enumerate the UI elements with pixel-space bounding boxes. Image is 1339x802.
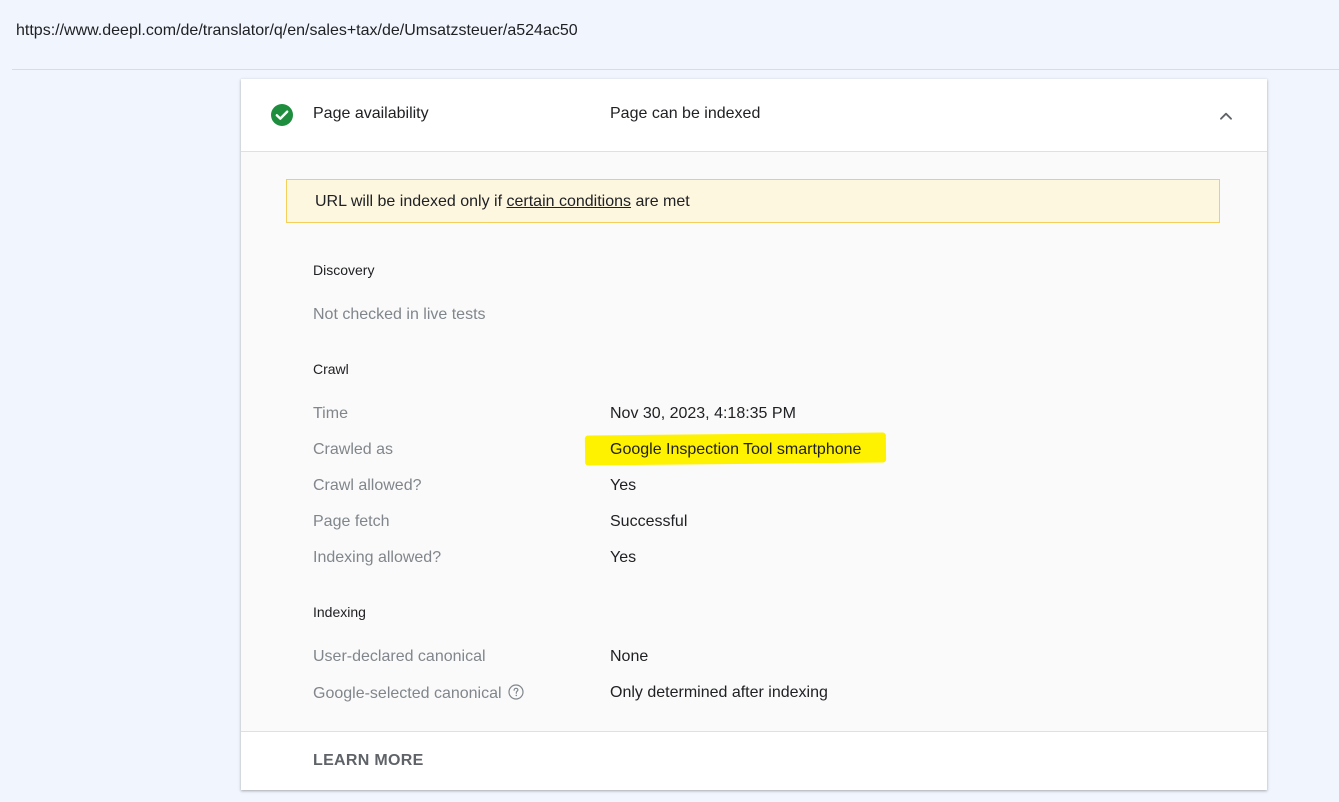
page-fetch-value: Successful [610, 513, 688, 530]
indexing-status: Page can be indexed [610, 105, 761, 122]
crawl-time-label: Time [313, 405, 348, 422]
conditions-notice: URL will be indexed only if certain cond… [286, 179, 1220, 223]
certain-conditions-link[interactable]: certain conditions [507, 193, 632, 210]
indexing-allowed-value: Yes [610, 549, 637, 566]
check-circle-icon [271, 104, 293, 126]
crawl-allowed-value: Yes [610, 477, 637, 494]
page-availability-label: Page availability [313, 105, 429, 122]
indexing-allowed-label: Indexing allowed? [313, 549, 442, 566]
google-canonical-label-row: Google-selected canonical [313, 684, 524, 703]
card-header[interactable]: Page availability Page can be indexed [241, 79, 1267, 152]
crawled-as-value: Google Inspection Tool smartphone [610, 441, 862, 458]
notice-suffix: are met [631, 193, 690, 210]
user-canonical-label: User-declared canonical [313, 648, 486, 665]
crawl-time-value: Nov 30, 2023, 4:18:35 PM [610, 405, 796, 422]
google-canonical-value: Only determined after indexing [610, 684, 828, 701]
discovery-status-text: Not checked in live tests [313, 306, 486, 323]
user-canonical-value: None [610, 648, 649, 665]
help-icon[interactable] [507, 684, 524, 700]
notice-text: URL will be indexed only if certain cond… [315, 193, 690, 211]
page-fetch-label: Page fetch [313, 513, 390, 530]
page-url: https://www.deepl.com/de/translator/q/en… [16, 22, 578, 39]
crawl-section-title: Crawl [313, 361, 349, 377]
learn-more-link[interactable]: LEARN MORE [313, 752, 424, 770]
google-canonical-label: Google-selected canonical [313, 685, 502, 702]
divider [12, 69, 1339, 70]
indexing-section-title: Indexing [313, 604, 366, 620]
crawled-as-label: Crawled as [313, 441, 394, 458]
crawl-allowed-label: Crawl allowed? [313, 477, 422, 494]
page-availability-card: Page availability Page can be indexed UR… [241, 79, 1267, 790]
notice-prefix: URL will be indexed only if [315, 193, 507, 210]
chevron-up-icon[interactable] [1215, 105, 1237, 127]
discovery-section-title: Discovery [313, 262, 375, 278]
card-footer: LEARN MORE [241, 731, 1267, 790]
